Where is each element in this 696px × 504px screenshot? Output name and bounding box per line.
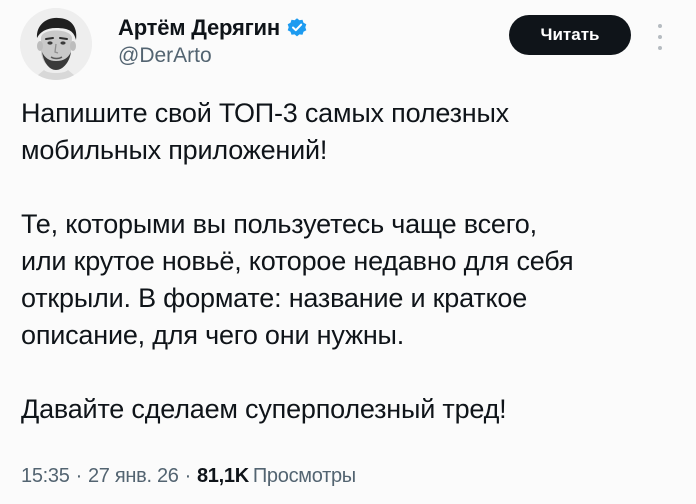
- tweet-paragraph: Те, которыми вы пользуетесь чаще всего, …: [21, 209, 574, 350]
- avatar[interactable]: [20, 8, 92, 80]
- more-dot: [658, 24, 662, 28]
- author-handle[interactable]: @DerArto: [118, 44, 308, 68]
- more-dot: [658, 35, 662, 39]
- more-dot: [658, 46, 662, 50]
- author-display-name[interactable]: Артём Дерягин: [118, 15, 280, 41]
- more-vertical-icon[interactable]: [650, 24, 670, 50]
- follow-button[interactable]: Читать: [509, 15, 631, 55]
- tweet-text: Напишите свой ТОП-3 самых полезных мобил…: [21, 95, 671, 428]
- author-info: Артём Дерягин @DerArto: [118, 15, 308, 68]
- author-name-row: Артём Дерягин: [118, 15, 308, 41]
- meta-separator: ·: [75, 465, 83, 487]
- views-count: 81,1K: [196, 465, 249, 487]
- meta-separator: ·: [184, 465, 192, 487]
- tweet-time[interactable]: 15:35: [21, 465, 70, 488]
- tweet-paragraph: Напишите свой ТОП-3 самых полезных мобил…: [21, 98, 509, 165]
- verified-badge-icon[interactable]: [286, 17, 308, 39]
- avatar-portrait-icon: [20, 8, 92, 80]
- tweet-card: Артём Дерягин @DerArto Читать Напишите с…: [0, 0, 696, 504]
- views-label[interactable]: Просмотры: [253, 465, 356, 488]
- tweet-meta: 15:35 · 27 янв. 26 · 81,1K Просмотры: [21, 465, 356, 488]
- tweet-date[interactable]: 27 янв. 26: [88, 465, 179, 488]
- tweet-paragraph: Давайте сделаем суперполезный тред!: [21, 394, 507, 424]
